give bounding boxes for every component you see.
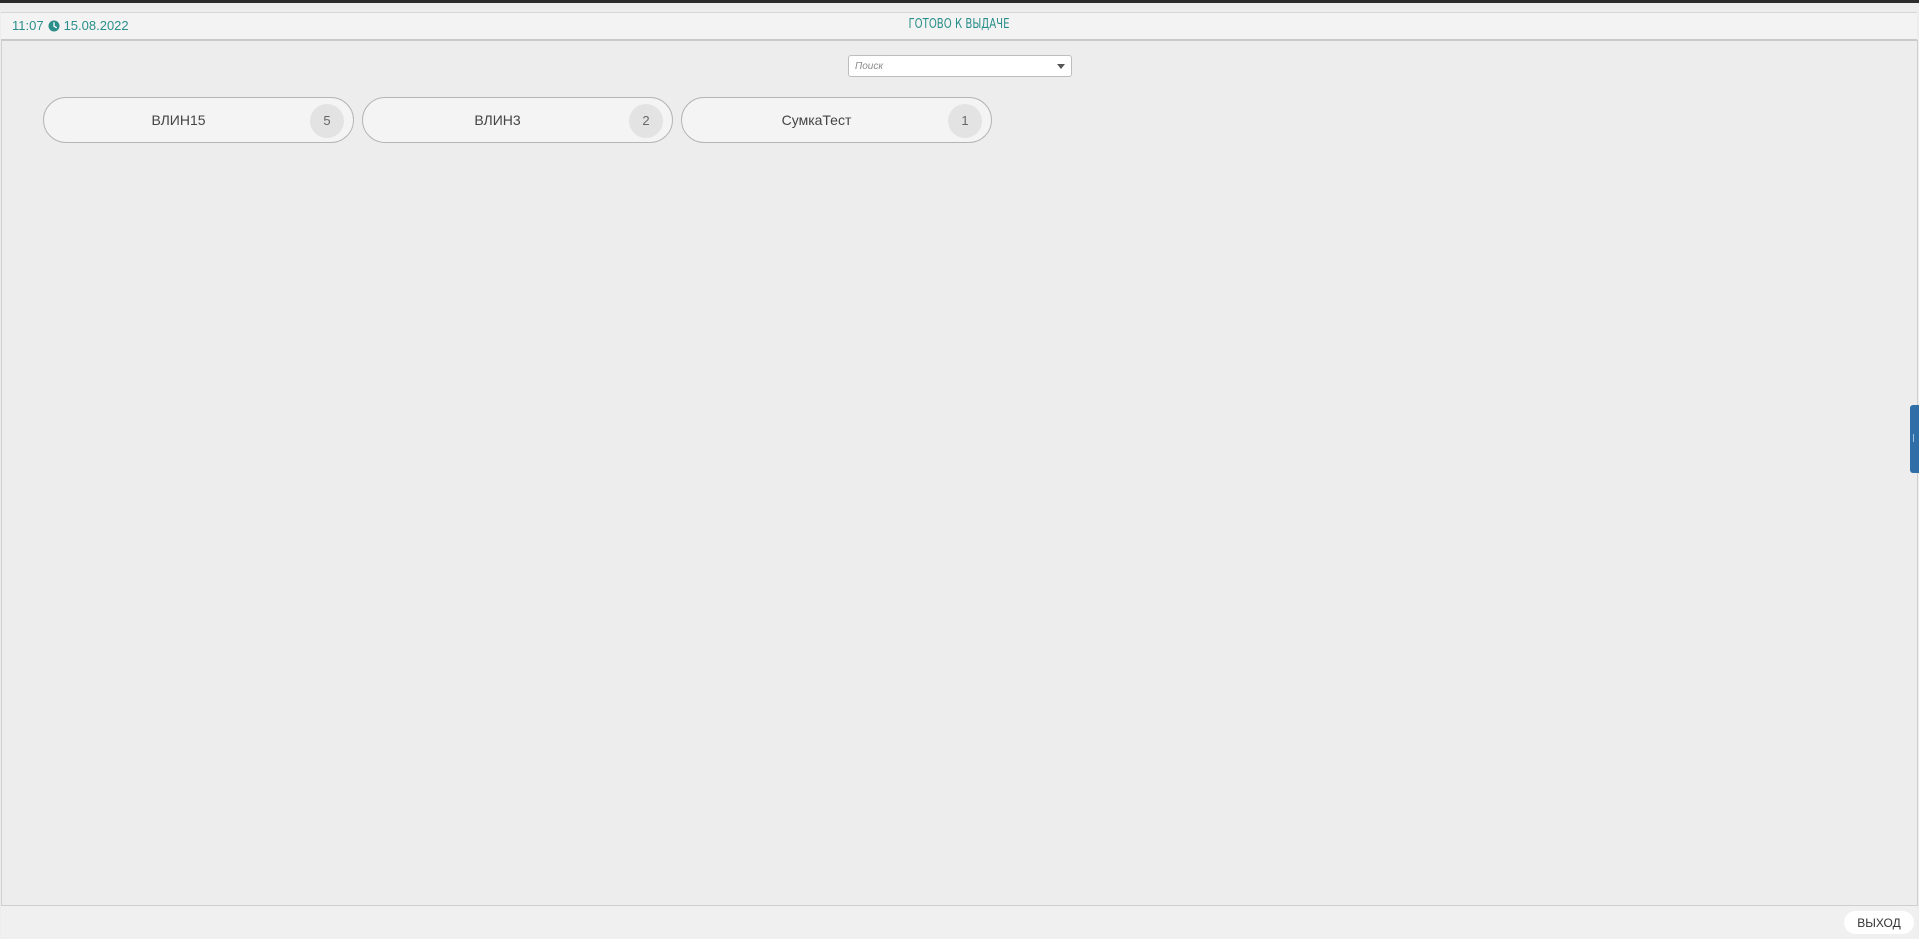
chevron-down-icon[interactable] <box>1057 64 1065 69</box>
frame-border-right <box>1917 40 1918 906</box>
header-bar: 11:07 15.08.2022 ГОТОВО К ВЫДАЧЕ <box>1 12 1917 41</box>
item-label: ВЛИН15 <box>151 112 206 128</box>
item-list: ВЛИН15 5 ВЛИН3 2 СумкаТест 1 <box>43 97 992 143</box>
datetime: 11:07 15.08.2022 <box>12 18 129 33</box>
item-label: СумкаТест <box>781 112 852 128</box>
item-label: ВЛИН3 <box>474 112 521 128</box>
item-count-badge: 2 <box>629 104 663 138</box>
item-pill[interactable]: ВЛИН15 5 <box>43 97 354 143</box>
item-count-badge: 5 <box>310 104 344 138</box>
side-panel-toggle-icon <box>1913 434 1918 442</box>
search-select[interactable] <box>848 55 1072 77</box>
item-pill[interactable]: СумкаТест 1 <box>681 97 992 143</box>
exit-button[interactable]: ВЫХОД <box>1844 911 1914 934</box>
current-time: 11:07 <box>12 18 44 33</box>
current-date: 15.08.2022 <box>63 18 129 33</box>
window-top-strip <box>0 0 1919 3</box>
side-panel-toggle[interactable] <box>1910 405 1919 473</box>
page-title: ГОТОВО К ВЫДАЧЕ <box>908 17 1010 32</box>
frame-border-left <box>1 40 2 906</box>
item-pill[interactable]: ВЛИН3 2 <box>362 97 673 143</box>
item-count-badge: 1 <box>948 104 982 138</box>
clock-icon <box>48 20 60 31</box>
footer-bar <box>1 905 1918 939</box>
search-input[interactable] <box>849 56 1045 76</box>
